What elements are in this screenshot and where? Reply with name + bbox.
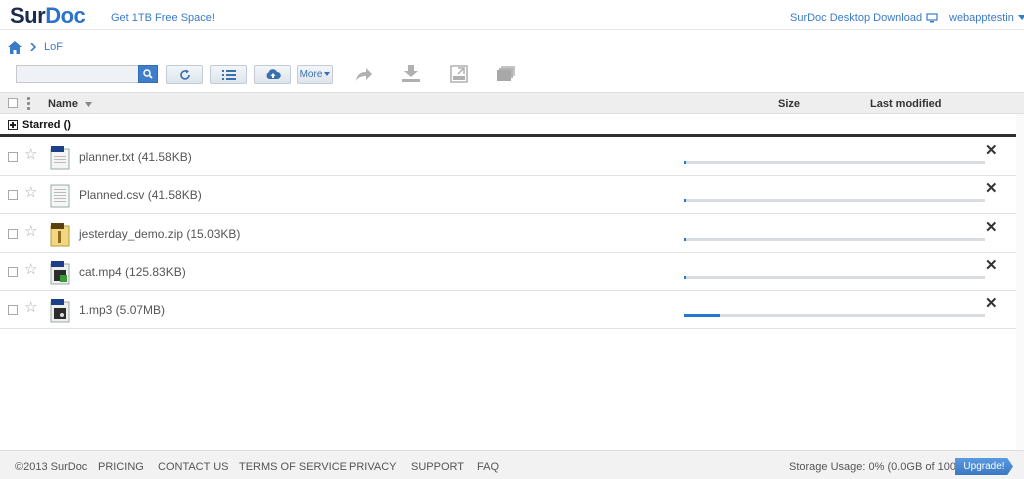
file-name[interactable]: cat.mp4 (125.83KB)	[79, 265, 186, 279]
upload-button[interactable]	[254, 65, 291, 84]
file-name[interactable]: 1.mp3 (5.07MB)	[79, 303, 165, 317]
upload-progress-bar	[684, 237, 985, 241]
username-label: webapptestin	[949, 12, 1014, 24]
footer: ©2013 SurDoc PRICING CONTACT US TERMS OF…	[0, 450, 1024, 479]
sort-down-icon	[85, 102, 93, 107]
refresh-button[interactable]	[166, 65, 203, 84]
mp3-file-icon	[49, 299, 71, 323]
vertical-scrollbar[interactable]	[1016, 114, 1024, 450]
share-icon	[356, 68, 372, 81]
upload-progress-fill	[684, 199, 686, 203]
file-checkbox[interactable]	[8, 228, 18, 239]
logo-text-doc: Doc	[45, 3, 86, 28]
logo-text-sur: Sur	[10, 3, 46, 28]
list-view-icon	[221, 69, 236, 80]
pdf-button[interactable]	[448, 63, 470, 85]
breadcrumb-current[interactable]: LoF	[44, 41, 63, 53]
search-button[interactable]	[138, 65, 158, 83]
select-all-checkbox[interactable]	[8, 98, 18, 108]
storage-usage: Storage Usage: 0% (0.0GB of 100GB)	[789, 461, 976, 473]
upload-progress-bar	[684, 199, 985, 203]
column-options-icon[interactable]	[27, 97, 30, 110]
surdoc-logo[interactable]: SurDoc	[10, 3, 86, 29]
breadcrumb: LoF	[8, 40, 63, 54]
file-row[interactable]: ☆ planner.txt (41.58KB) ✕	[0, 138, 1024, 176]
expand-icon	[8, 120, 18, 130]
home-icon[interactable]	[8, 40, 22, 54]
footer-link-faq[interactable]: FAQ	[477, 461, 499, 473]
file-row[interactable]: ☆ jesterday_demo.zip (15.03KB) ✕	[0, 215, 1024, 253]
close-icon[interactable]: ✕	[985, 296, 998, 311]
zip-file-icon	[49, 222, 71, 247]
csv-file-icon	[49, 184, 71, 208]
file-name[interactable]: jesterday_demo.zip (15.03KB)	[79, 227, 240, 241]
upload-progress-fill	[684, 314, 720, 318]
upload-progress-bar	[684, 314, 985, 318]
file-checkbox[interactable]	[8, 266, 18, 277]
copyright-text: ©2013 SurDoc	[15, 461, 88, 473]
file-row[interactable]: ☆ cat.mp4 (125.83KB) ✕	[0, 253, 1024, 291]
upload-progress-fill	[684, 237, 686, 241]
starred-section-toggle[interactable]: Starred ()	[8, 119, 71, 131]
desktop-download-label: SurDoc Desktop Download	[790, 12, 923, 24]
monitor-icon	[926, 13, 938, 23]
upload-progress-bar	[684, 275, 985, 279]
footer-link-terms-of-service[interactable]: TERMS OF SERVICE	[239, 461, 347, 473]
close-icon[interactable]: ✕	[985, 258, 998, 273]
close-icon[interactable]: ✕	[985, 181, 998, 196]
mp4-file-icon	[49, 260, 71, 285]
search-icon	[143, 69, 153, 79]
download-icon	[402, 65, 420, 82]
upload-progress-bar	[684, 161, 985, 164]
upload-progress-fill	[684, 275, 686, 279]
star-icon[interactable]: ☆	[24, 300, 37, 315]
file-row[interactable]: ☆ 1.mp3 (5.07MB) ✕	[0, 291, 1024, 330]
download-button[interactable]	[400, 63, 422, 85]
star-icon[interactable]: ☆	[24, 147, 37, 162]
refresh-icon	[179, 69, 190, 80]
file-checkbox[interactable]	[8, 190, 18, 201]
file-checkbox[interactable]	[8, 305, 18, 316]
section-divider	[0, 134, 1024, 137]
chevron-right-icon	[30, 43, 36, 51]
caret-down-icon	[324, 72, 331, 76]
last-modified-column-header[interactable]: Last modified	[870, 98, 942, 110]
search-field[interactable]	[16, 65, 138, 83]
starred-label: Starred ()	[22, 119, 71, 131]
stack-icon	[497, 66, 515, 81]
caret-down-icon	[1017, 15, 1024, 20]
name-column-header[interactable]: Name	[48, 98, 93, 110]
user-menu[interactable]: webapptestin	[949, 12, 1024, 24]
free-space-promo-link[interactable]: Get 1TB Free Space!	[111, 12, 215, 24]
pdf-icon	[450, 65, 468, 83]
more-label: More	[299, 69, 323, 80]
file-name[interactable]: Planned.csv (41.58KB)	[79, 188, 202, 202]
file-name[interactable]: planner.txt (41.58KB)	[79, 150, 192, 164]
file-row[interactable]: ☆ Planned.csv (41.58KB) ✕	[0, 176, 1024, 215]
star-icon[interactable]: ☆	[24, 262, 37, 277]
close-icon[interactable]: ✕	[985, 220, 998, 235]
name-column-label: Name	[48, 98, 78, 110]
upload-progress-fill	[684, 161, 686, 164]
search-input[interactable]	[17, 66, 138, 82]
close-icon[interactable]: ✕	[985, 143, 998, 158]
cloud-upload-icon	[266, 69, 281, 79]
list-view-button[interactable]	[210, 65, 247, 84]
share-button[interactable]	[353, 63, 375, 85]
txt-file-icon	[49, 146, 71, 170]
stack-button[interactable]	[495, 63, 517, 85]
file-checkbox[interactable]	[8, 152, 18, 162]
size-column-header[interactable]: Size	[778, 98, 800, 110]
star-icon[interactable]: ☆	[24, 185, 37, 200]
footer-link-contact-us[interactable]: CONTACT US	[158, 461, 229, 473]
footer-link-support[interactable]: SUPPORT	[411, 461, 464, 473]
upgrade-button[interactable]: Upgrade!	[955, 458, 1013, 475]
more-button[interactable]: More	[297, 65, 333, 84]
footer-link-pricing[interactable]: PRICING	[98, 461, 144, 473]
star-icon[interactable]: ☆	[24, 224, 37, 239]
desktop-download-link[interactable]: SurDoc Desktop Download	[790, 12, 938, 24]
file-list-header: Name Size Last modified	[0, 92, 1024, 114]
footer-link-privacy[interactable]: PRIVACY	[349, 461, 396, 473]
top-bar: SurDoc Get 1TB Free Space! SurDoc Deskto…	[0, 0, 1024, 30]
